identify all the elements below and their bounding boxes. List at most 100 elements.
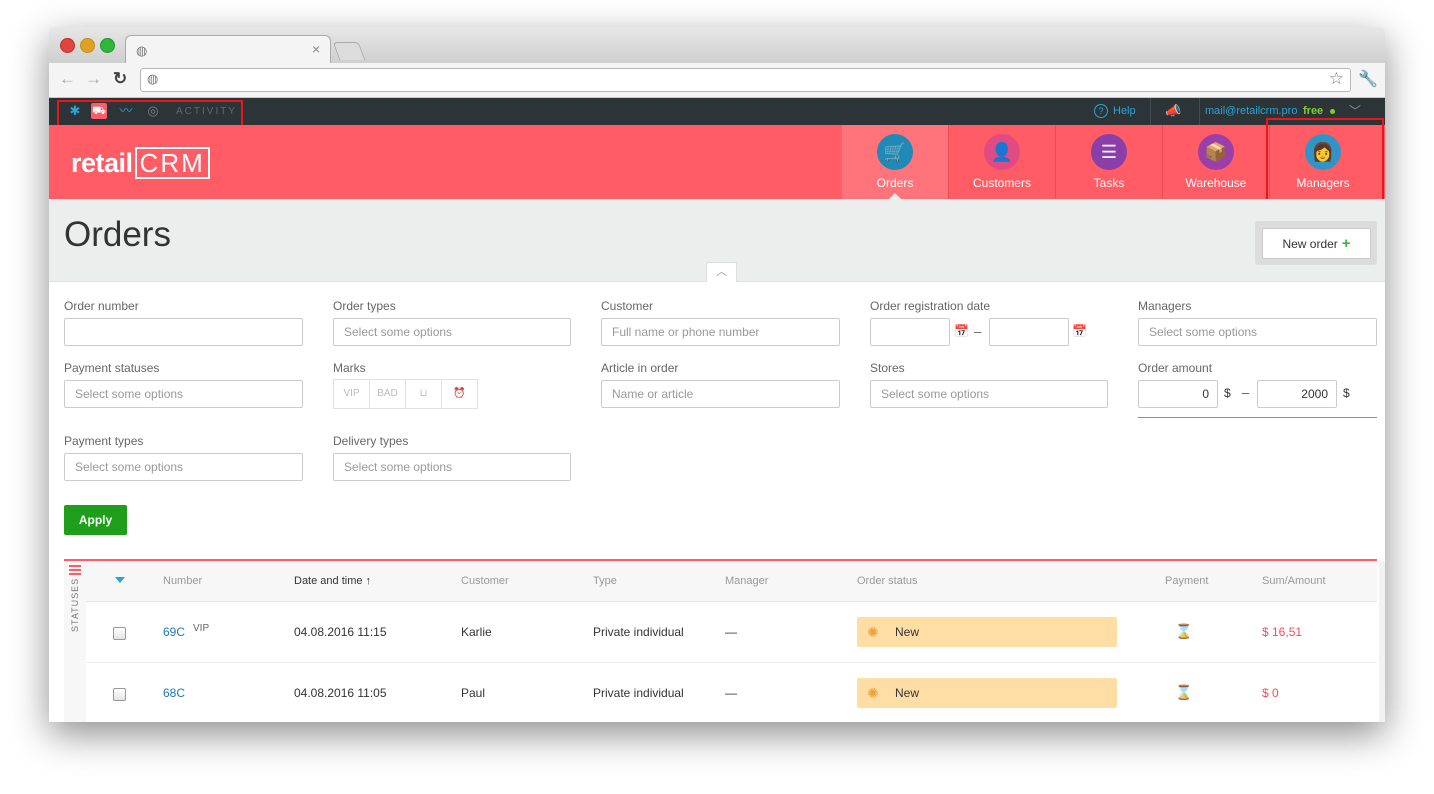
customer-input[interactable]: Full name or phone number [601,318,840,346]
logo-crm: CRM [134,147,210,179]
bookmark-star-icon[interactable]: ☆ [1329,69,1344,89]
select-dropdown-icon[interactable] [115,577,125,583]
currency-symbol: $ [1224,386,1231,400]
col-type[interactable]: Type [593,575,617,587]
new-order-button[interactable]: New order + [1262,228,1371,259]
close-window-button[interactable] [60,38,75,53]
box-icon: 📦 [1204,142,1228,162]
forward-arrow-icon[interactable]: → [85,69,102,89]
payment-statuses-label: Payment statuses [64,361,160,375]
megaphone-icon[interactable]: 📣 [1165,103,1181,119]
amount-min-input[interactable]: 0 [1138,380,1218,408]
highlight-box [1266,118,1384,210]
currency-symbol: $ [1343,386,1350,400]
statuses-toggle[interactable]: STATUSES [70,578,80,632]
order-number-link[interactable]: 68C [163,686,185,700]
list-icon: ☰ [1100,142,1118,162]
order-type: Private individual [593,625,684,639]
order-manager: — [725,686,737,700]
minimize-window-button[interactable] [80,38,95,53]
col-sum[interactable]: Sum/Amount [1262,575,1326,587]
collapse-filters-button[interactable]: ︿ [706,262,737,282]
col-manager[interactable]: Manager [725,575,768,587]
menu-icon[interactable] [69,565,81,575]
scrollbar[interactable] [1379,561,1385,722]
tab-close-button[interactable]: × [312,41,320,57]
new-tab-button[interactable] [332,42,366,60]
row-checkbox[interactable] [113,627,126,640]
col-date[interactable]: Date and time ↑ [294,575,371,587]
chevron-down-icon[interactable]: ﹀ [1349,102,1361,119]
order-status-label: New [895,625,920,639]
person-icon: 👤 [990,142,1014,162]
mark-vip[interactable]: VIP [333,379,370,409]
apply-button[interactable]: Apply [64,505,127,535]
nav-customers[interactable]: 👤 Customers [949,125,1055,199]
order-sum: $ 16,51 [1262,625,1303,639]
order-date: 04.08.2016 11:05 [294,686,387,700]
registration-date-label: Order registration date [870,299,991,313]
hourglass-icon: ⌛ [1175,684,1193,700]
order-status-select[interactable]: ✺ New [857,678,1117,708]
page-title: Orders [64,215,171,254]
stores-select[interactable]: Select some options [870,380,1108,408]
order-manager: — [725,625,737,639]
order-number-input[interactable] [64,318,303,346]
article-input[interactable]: Name or article [601,380,840,408]
nav-customers-label: Customers [972,176,1031,190]
nav-orders[interactable]: 🛒 Orders [842,125,948,199]
col-customer[interactable]: Customer [461,575,509,587]
order-amount-label: Order amount [1138,361,1213,375]
back-arrow-icon[interactable]: ← [59,69,76,89]
managers-select[interactable]: Select some options [1138,318,1377,346]
lightbulb-icon: ✺ [867,624,879,640]
nav-warehouse[interactable]: 📦 Warehouse [1163,125,1269,199]
order-status-select[interactable]: ✺ New [857,617,1117,647]
payment-types-select[interactable]: Select some options [64,453,303,481]
col-status[interactable]: Order status [857,575,918,587]
delivery-types-label: Delivery types [333,434,409,448]
row-checkbox[interactable] [113,688,126,701]
question-icon: ? [1094,104,1108,118]
mark-alarm-icon[interactable]: ⏰ [441,379,478,409]
divider [1150,98,1151,125]
payment-statuses-select[interactable]: Select some options [64,380,303,408]
zoom-window-button[interactable] [100,38,115,53]
calendar-icon[interactable]: 📅 [954,324,969,338]
new-order-label: New order [1282,237,1338,251]
amount-max-input[interactable]: 2000 [1257,380,1337,408]
order-types-select[interactable]: Select some options [333,318,571,346]
stores-label: Stores [870,361,905,375]
col-payment[interactable]: Payment [1165,575,1208,587]
date-from-input[interactable] [870,318,950,346]
table-row[interactable]: 69C VIP 04.08.2016 11:15 Karlie Private … [86,602,1377,663]
mark-box-icon[interactable]: ⊔ [405,379,442,409]
browser-tab[interactable]: ◍ × [125,35,331,64]
nav-tasks-label: Tasks [1093,176,1125,190]
browser-titlebar: ◍ × [49,27,1385,64]
plus-icon: + [1341,235,1351,252]
calendar-icon[interactable]: 📅 [1072,324,1087,338]
table-row[interactable]: 68C 04.08.2016 11:05 Paul Private indivi… [86,663,1377,722]
help-link[interactable]: ? Help [1094,104,1136,118]
cart-icon: 🛒 [883,142,907,162]
managers-label: Managers [1138,299,1192,313]
order-number-link[interactable]: 69C [163,625,185,639]
user-email[interactable]: mail@retailcrm.pro [1205,105,1297,117]
retailcrm-logo[interactable]: retail CRM [71,147,210,179]
new-order-wrap: New order + [1255,221,1377,265]
address-bar[interactable]: ◍ ☆ [140,68,1351,92]
globe-icon: ◍ [147,71,159,86]
nav-tasks[interactable]: ☰ Tasks [1056,125,1162,199]
mark-bad[interactable]: BAD [369,379,406,409]
col-number[interactable]: Number [163,575,202,587]
delivery-types-select[interactable]: Select some options [333,453,571,481]
online-dot [1330,109,1335,114]
browser-window: ◍ × ← → ↻ ◍ ☆ 🔧 ✱ ⛟ 〰 ◎ ACTIVITY ? Help 📣… [49,27,1385,722]
page-header: Orders New order + ︿ [49,199,1385,282]
hourglass-icon: ⌛ [1175,623,1193,639]
reload-icon[interactable]: ↻ [113,69,127,89]
wrench-icon[interactable]: 🔧 [1358,69,1378,89]
date-to-input[interactable] [989,318,1069,346]
browser-toolbar: ← → ↻ ◍ ☆ 🔧 [49,63,1385,98]
